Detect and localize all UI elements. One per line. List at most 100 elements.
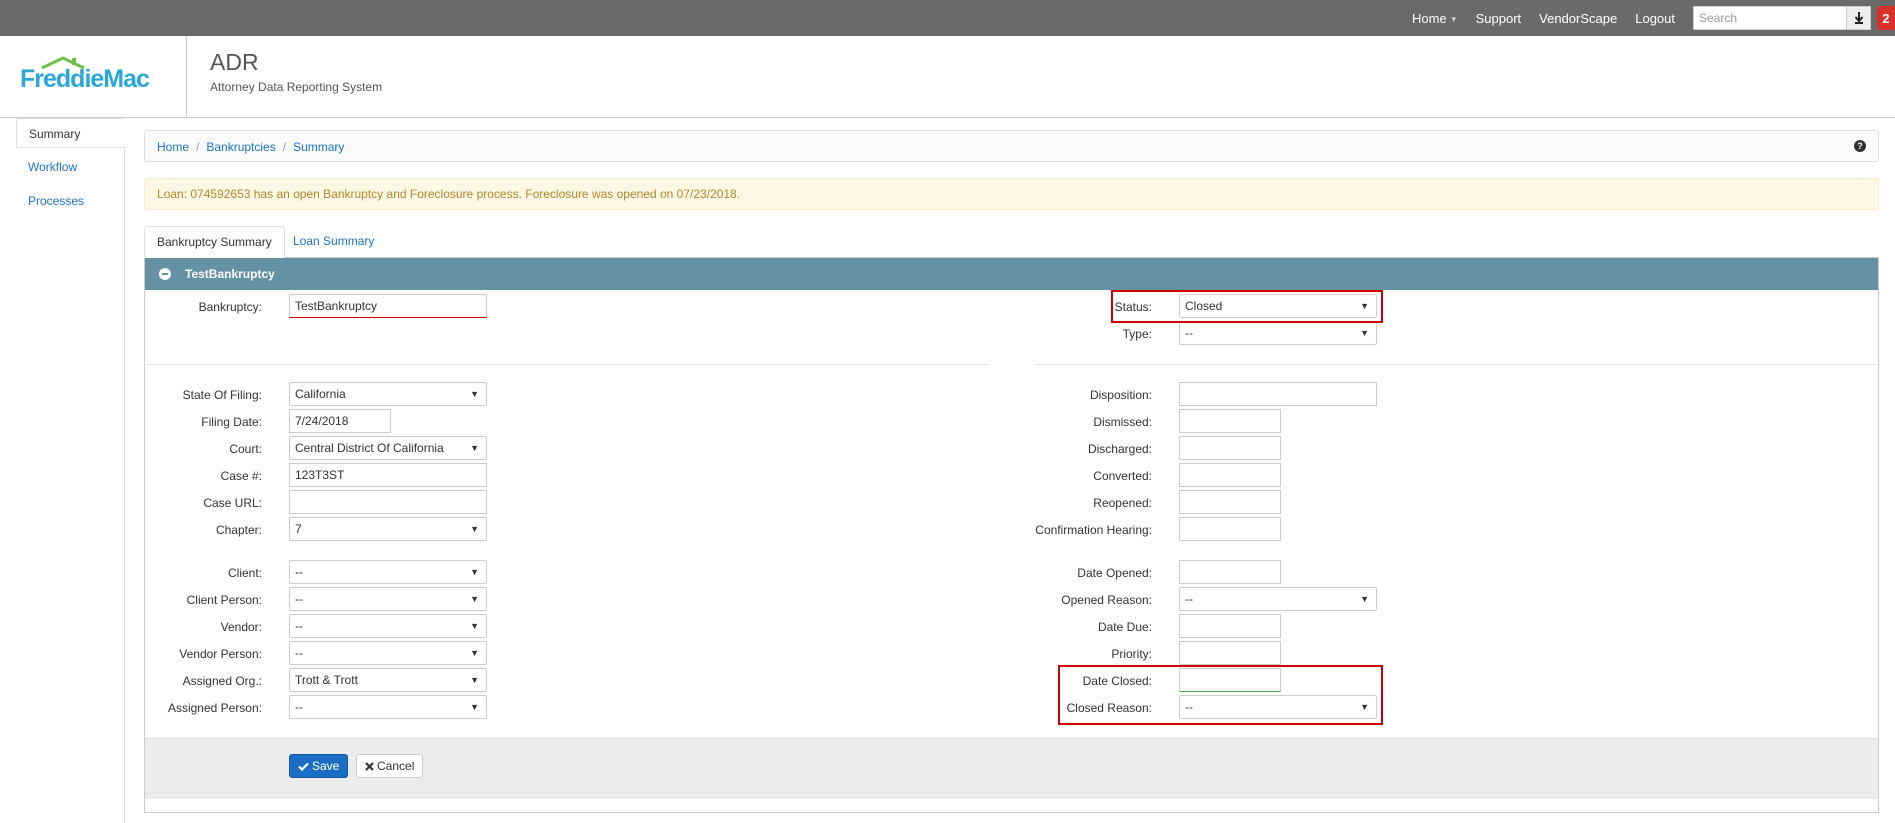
closed-reason-label: Closed Reason: — [1066, 701, 1152, 715]
filing-date-label: Filing Date: — [201, 415, 262, 429]
dropdown-arrow-icon: ▼ — [470, 594, 479, 604]
breadcrumb-bankruptcies[interactable]: Bankruptcies — [206, 140, 275, 154]
check-icon — [298, 762, 309, 772]
state-of-filing-value: California — [295, 387, 346, 401]
discharged-date-input[interactable] — [1179, 436, 1281, 460]
reopened-label: Reopened: — [1093, 496, 1152, 510]
logo-text: FreddieMac — [20, 65, 150, 93]
header-divider — [186, 36, 187, 118]
question-circle-icon[interactable]: ? — [1854, 140, 1866, 152]
nav-support[interactable]: Support — [1476, 11, 1522, 26]
closed-reason-select[interactable]: -- ▼ — [1179, 695, 1377, 719]
bankruptcy-label: Bankruptcy: — [198, 300, 262, 314]
dismissed-label: Dismissed: — [1093, 415, 1152, 429]
assigned-org-label: Assigned Org.: — [182, 674, 262, 688]
vendor-select[interactable]: -- ▼ — [289, 614, 487, 638]
status-value: Closed — [1185, 299, 1223, 313]
client-select[interactable]: -- ▼ — [289, 560, 487, 584]
reopened-date-input[interactable] — [1179, 490, 1281, 514]
court-value: Central District Of California — [295, 441, 444, 455]
sidebar-item-processes[interactable]: Processes — [16, 186, 125, 216]
case-url-input[interactable] — [289, 490, 487, 514]
date-closed-input[interactable] — [1179, 668, 1281, 692]
type-label: Type: — [1122, 327, 1152, 341]
assigned-person-select[interactable]: -- ▼ — [289, 695, 487, 719]
client-person-label: Client Person: — [186, 593, 262, 607]
converted-label: Converted: — [1093, 469, 1152, 483]
breadcrumb: Home / Bankruptcies / Summary ? — [144, 130, 1879, 162]
dropdown-arrow-icon: ▼ — [470, 702, 479, 712]
converted-date-input[interactable] — [1179, 463, 1281, 487]
breadcrumb-summary[interactable]: Summary — [293, 140, 344, 154]
date-opened-label: Date Opened: — [1077, 566, 1152, 580]
chapter-select[interactable]: 7 ▼ — [289, 517, 487, 541]
type-value: -- — [1185, 326, 1193, 340]
divider — [144, 364, 989, 365]
dropdown-arrow-icon: ▼ — [1360, 328, 1369, 338]
client-person-select[interactable]: -- ▼ — [289, 587, 487, 611]
alert-banner: Loan: 074592653 has an open Bankruptcy a… — [144, 178, 1879, 210]
divider — [1035, 364, 1879, 365]
case-number-label: Case #: — [220, 469, 262, 483]
sidebar-item-summary[interactable]: Summary — [16, 118, 125, 148]
case-number-input[interactable]: 123T3ST — [289, 463, 487, 487]
save-button[interactable]: Save — [289, 754, 349, 778]
type-select[interactable]: -- ▼ — [1179, 321, 1377, 345]
caret-down-icon: ▼ — [1449, 14, 1458, 24]
dropdown-arrow-icon: ▼ — [470, 443, 479, 453]
app-subtitle: Attorney Data Reporting System — [210, 80, 383, 94]
nav-home-label: Home — [1412, 10, 1447, 26]
chapter-label: Chapter: — [215, 523, 262, 537]
tab-loan-summary[interactable]: Loan Summary — [281, 226, 386, 258]
status-label: Status: — [1114, 300, 1152, 314]
top-nav: Home▼ Support VendorScape Logout 2 — [1412, 0, 1895, 36]
cancel-button[interactable]: Cancel — [356, 754, 424, 778]
date-opened-input[interactable] — [1179, 560, 1281, 584]
assigned-org-select[interactable]: Trott & Trott ▼ — [289, 668, 487, 692]
dropdown-arrow-icon: ▼ — [470, 648, 479, 658]
discharged-label: Discharged: — [1087, 442, 1152, 456]
opened-reason-select[interactable]: -- ▼ — [1179, 587, 1377, 611]
filing-date-input[interactable]: 7/24/2018 — [289, 409, 391, 433]
tab-bankruptcy-summary[interactable]: Bankruptcy Summary — [144, 226, 285, 258]
dismissed-date-input[interactable] — [1179, 409, 1281, 433]
sidebar: Summary Workflow Processes — [0, 118, 125, 823]
closed-reason-value: -- — [1185, 700, 1193, 714]
minus-circle-icon[interactable] — [159, 268, 171, 280]
vendor-value: -- — [295, 619, 303, 633]
dropdown-arrow-icon: ▼ — [470, 675, 479, 685]
dropdown-arrow-icon: ▼ — [470, 524, 479, 534]
freddiemac-logo[interactable]: FreddieMac — [20, 56, 160, 96]
opened-reason-label: Opened Reason: — [1061, 593, 1152, 607]
sidebar-item-workflow[interactable]: Workflow — [16, 152, 125, 182]
state-of-filing-select[interactable]: California ▼ — [289, 382, 487, 406]
panel-header[interactable]: TestBankruptcy — [145, 258, 1878, 290]
disposition-label: Disposition: — [1089, 388, 1152, 402]
save-button-label: Save — [312, 759, 340, 773]
status-select[interactable]: Closed ▼ — [1179, 294, 1377, 318]
breadcrumb-home[interactable]: Home — [157, 140, 189, 154]
download-arrow-icon — [1854, 12, 1863, 24]
dropdown-arrow-icon: ▼ — [1360, 702, 1369, 712]
bankruptcy-input[interactable]: TestBankruptcy — [289, 294, 487, 318]
dropdown-arrow-icon: ▼ — [1360, 301, 1369, 311]
nav-home[interactable]: Home ▼ — [1412, 11, 1458, 26]
notification-badge[interactable]: 2 — [1877, 6, 1895, 30]
court-select[interactable]: Central District Of California ▼ — [289, 436, 487, 460]
app-header: FreddieMac ADR Attorney Data Reporting S… — [0, 36, 1895, 118]
panel-title: TestBankruptcy — [185, 267, 275, 281]
date-due-label: Date Due: — [1097, 620, 1152, 634]
assigned-person-value: -- — [295, 700, 303, 714]
vendor-person-select[interactable]: -- ▼ — [289, 641, 487, 665]
dropdown-arrow-icon: ▼ — [470, 621, 479, 631]
search-input[interactable] — [1693, 6, 1847, 30]
priority-input[interactable] — [1179, 641, 1281, 665]
nav-vendorscape[interactable]: VendorScape — [1539, 11, 1617, 26]
close-icon — [365, 762, 374, 771]
disposition-input[interactable] — [1179, 382, 1377, 406]
search-button[interactable] — [1847, 6, 1871, 30]
date-due-input[interactable] — [1179, 614, 1281, 638]
client-person-value: -- — [295, 592, 303, 606]
confirmation-hearing-input[interactable] — [1179, 517, 1281, 541]
nav-logout[interactable]: Logout — [1635, 11, 1675, 26]
